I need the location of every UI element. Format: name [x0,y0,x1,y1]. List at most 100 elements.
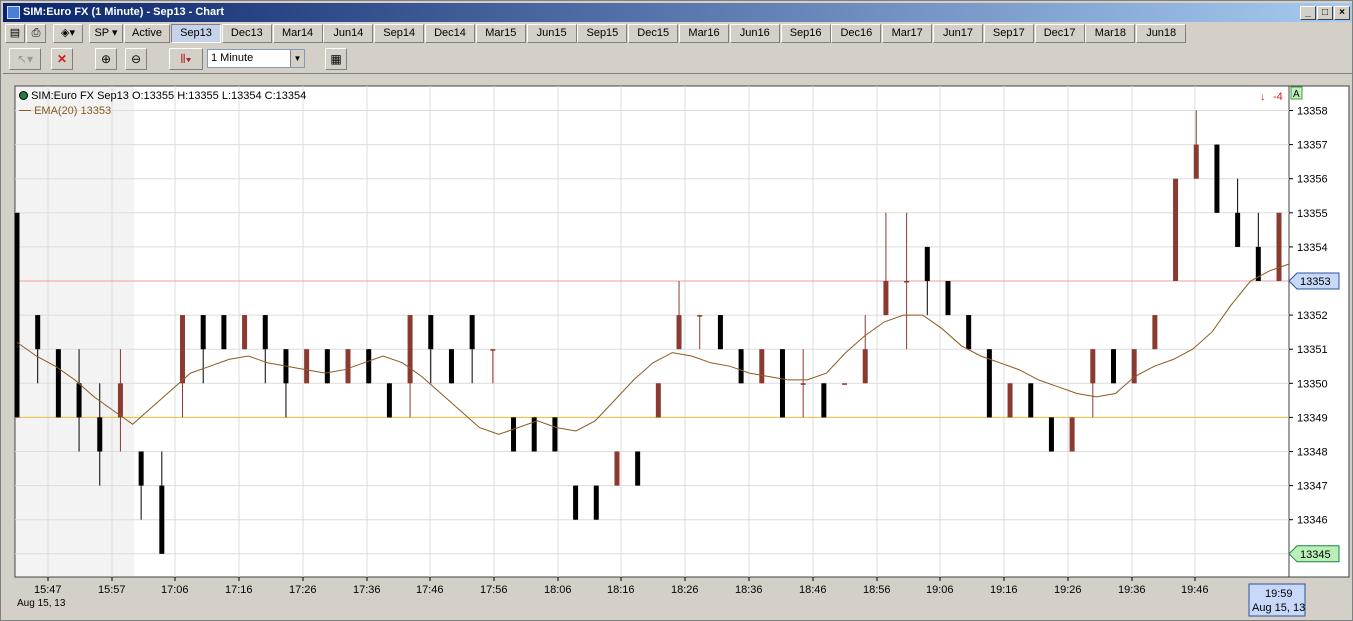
ohlc-bar-body [966,315,972,350]
title-bar[interactable]: SIM:Euro FX (1 Minute) - Sep13 - Chart _… [3,3,1352,22]
ohlc-bar-body [138,451,144,486]
time-tick-label: 17:46 [416,584,444,596]
chart-toolbar: ↖▾ ✕ ⊕ ⊖ ⫴▾ 1 Minute ▼ ▦ [3,46,1352,72]
minimize-button[interactable]: _ [1300,6,1316,20]
ohlc-bar-body [117,383,123,418]
indicators-icon[interactable]: ◈▾ [53,24,83,43]
ohlc-bar-body [304,349,310,384]
ohlc-bar-body [180,315,186,384]
last-price-label: 13353 [1300,276,1331,288]
ohlc-bar-body [221,315,227,350]
ohlc-bar-body [76,383,82,418]
tab-sep13[interactable]: Sep13 [171,24,221,43]
status-dot-icon [19,91,28,100]
ohlc-bar-body [904,281,910,283]
data-box-icon[interactable]: ▦ [325,48,347,70]
ohlc-bar-body [738,349,744,384]
ohlc-bar-body [386,383,392,418]
ohlc-bar-body [97,417,103,452]
ohlc-bar-body [1276,212,1282,281]
ohlc-bar-body [1235,212,1241,247]
ohlc-bar-body [821,383,827,418]
zoom-in-icon[interactable]: ⊕ [95,48,117,70]
tab-dec16[interactable]: Dec16 [831,24,882,43]
tab-mar16[interactable]: Mar16 [679,24,729,43]
ohlc-bar-body [490,349,496,351]
price-axis-panel [1288,85,1350,578]
ohlc-bar-body [469,315,475,350]
ohlc-bar-body [862,349,868,384]
date-label: Aug 15, 13 [17,598,66,609]
ohlc-bar-body [1173,178,1179,281]
ohlc-bar-body [1152,315,1158,350]
chart-properties-icon[interactable]: ▤ [5,24,25,43]
time-tick-label: 19:46 [1181,584,1209,596]
tab-sep14[interactable]: Sep14 [374,24,425,43]
ohlc-bar-body [35,315,41,350]
cursor-icon[interactable]: ↖▾ [9,48,41,70]
price-tick-label: 13347 [1297,481,1328,493]
instrument-legend: SIM:Euro FX Sep13 O:13355 H:13355 L:1335… [19,90,306,102]
ohlc-bar-body [448,349,454,384]
ohlc-bar-body [242,315,248,350]
position-value: -4 [1273,91,1283,103]
price-tick-label: 13350 [1297,378,1328,390]
ema-legend: EMA(20) 13353 [19,105,111,117]
time-tick-label: 15:57 [98,584,126,596]
interval-value: 1 Minute [211,52,254,64]
ohlc-bar-body [1090,349,1096,384]
tab-jun15[interactable]: Jun15 [526,24,577,43]
zoom-out-icon[interactable]: ⊖ [125,48,147,70]
print-icon[interactable]: ⎙ [26,24,46,43]
price-chart[interactable]: 13358 13357 13356 13355 13354 13353 13352 13351… [3,74,1352,621]
low-price-label: 13345 [1300,549,1331,561]
tab-mar18[interactable]: Mar18 [1085,24,1136,43]
price-tick-label: 13355 [1297,208,1328,220]
instrument-button[interactable]: SP ▾ [89,24,123,43]
price-tick-label: 13351 [1297,344,1328,356]
time-tick-label: 18:56 [863,584,891,596]
tab-jun17[interactable]: Jun17 [933,24,983,43]
time-tick-label: 17:06 [161,584,189,596]
tab-dec13[interactable]: Dec13 [221,24,272,43]
price-tick-label: 13349 [1297,412,1328,424]
ohlc-readout: SIM:Euro FX Sep13 O:13355 H:13355 L:1335… [31,90,307,102]
chart-panel[interactable]: 13358 13357 13356 13355 13354 13353 13352 13351… [3,73,1352,620]
tab-dec17[interactable]: Dec17 [1034,24,1085,43]
maximize-button[interactable]: □ [1317,6,1333,20]
tab-jun14[interactable]: Jun14 [323,24,374,43]
plot-area[interactable] [14,85,1290,578]
active-contract-button[interactable]: Active [124,24,170,43]
bar-type-icon[interactable]: ⫴▾ [169,48,203,70]
contract-toolbar: ▤ ⎙ ◈▾ SP ▾ Active Sep13 Dec13 Mar14 Jun14 S… [3,23,1352,45]
close-button[interactable]: × [1334,6,1350,20]
ohlc-bar-body [697,315,703,317]
time-tick-label: 17:36 [353,584,381,596]
tab-sep16[interactable]: Sep16 [780,24,831,43]
interval-select[interactable]: 1 Minute ▼ [207,49,305,68]
tab-dec15[interactable]: Dec15 [628,24,679,43]
session-shading [16,87,134,576]
ohlc-bar-body [407,315,413,384]
tab-sep15[interactable]: Sep15 [577,24,628,43]
tab-jun16[interactable]: Jun16 [729,24,780,43]
ohlc-bar-body [759,349,765,384]
tab-dec14[interactable]: Dec14 [425,24,475,43]
time-tick-label: 18:16 [607,584,635,596]
price-tick-label: 13352 [1297,310,1328,322]
tab-mar17[interactable]: Mar17 [882,24,933,43]
tab-mar15[interactable]: Mar15 [475,24,526,43]
ohlc-bar-body [945,281,951,316]
tab-jun18[interactable]: Jun18 [1136,24,1187,43]
position-arrow-icon: ↓ [1260,91,1266,103]
app-icon [7,6,20,19]
ohlc-bar-body [883,281,889,316]
tab-sep17[interactable]: Sep17 [983,24,1034,43]
time-tick-label: 18:36 [735,584,763,596]
ohlc-bar-body [842,383,848,385]
tab-mar14[interactable]: Mar14 [272,24,323,43]
time-tick-label: 17:26 [289,584,317,596]
ohlc-bar-body [924,246,930,281]
delete-icon[interactable]: ✕ [51,48,73,70]
time-tick-label: 17:56 [480,584,508,596]
